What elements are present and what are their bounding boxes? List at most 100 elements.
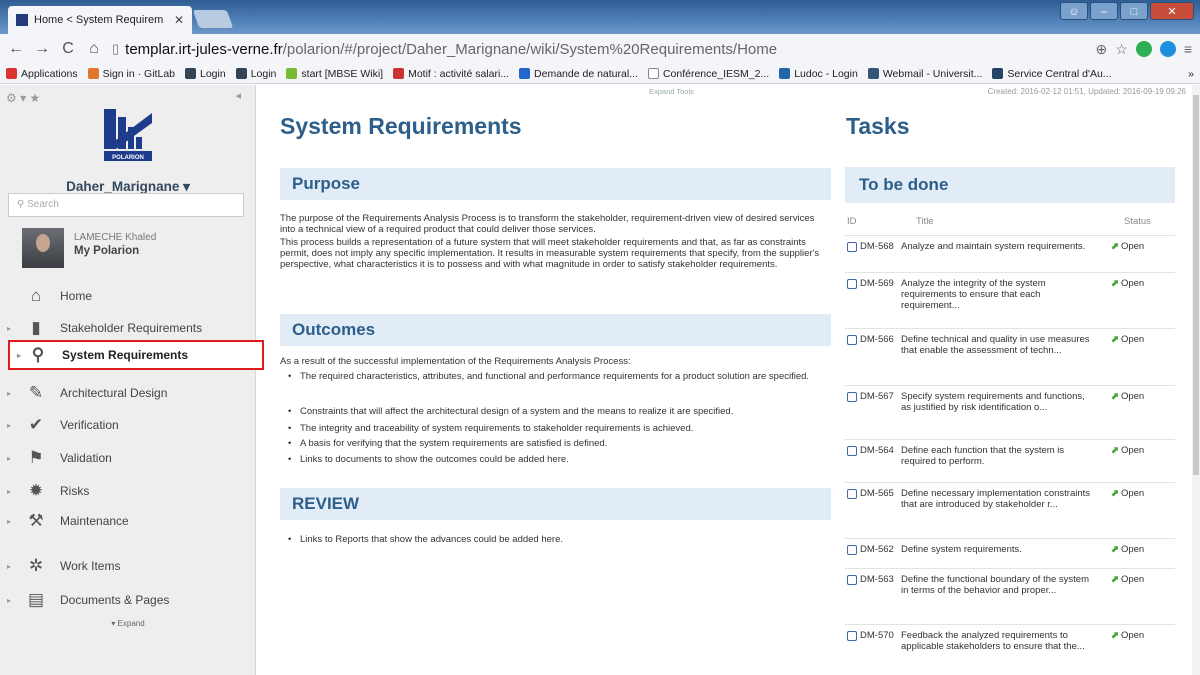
bookmark-item[interactable]: Webmail - Universit... <box>867 68 982 80</box>
home-icon[interactable]: ⌂ <box>86 40 102 58</box>
bookmark-item[interactable]: start [MBSE Wiki] <box>286 68 383 80</box>
task-title-link[interactable]: Define system requirements. <box>901 544 1097 555</box>
bookmark-item[interactable]: Demande de natural... <box>519 68 638 80</box>
expand-arrow-icon[interactable]: ▸ <box>4 454 14 463</box>
reload-icon[interactable]: C <box>60 40 76 58</box>
expand-arrow-icon[interactable]: ▸ <box>4 421 14 430</box>
task-row[interactable]: DM-568 Analyze and maintain system requi… <box>845 235 1175 272</box>
scrollbar-thumb[interactable] <box>1193 95 1199 475</box>
expand-tools-link[interactable]: Expand Tools <box>649 87 694 96</box>
sidebar-item-stakeholder-requirements[interactable]: ▸ ▮ Stakeholder Requirements <box>0 313 256 343</box>
risk-icon: ✹ <box>28 481 44 500</box>
my-polarion-link[interactable]: My Polarion <box>74 243 156 257</box>
bookmark-item[interactable]: Login <box>185 68 226 80</box>
sidebar-item-home[interactable]: ⌂ Home <box>0 281 256 311</box>
tab-title: Home < System Requirem <box>34 14 164 26</box>
sidebar-search-input[interactable]: ⚲ Search <box>8 193 244 217</box>
home-icon: ⌂ <box>30 286 42 305</box>
menu-icon[interactable]: ≡ <box>1184 41 1192 57</box>
task-row[interactable]: DM-563 Define the functional boundary of… <box>845 568 1175 624</box>
task-id-link[interactable]: DM-567 <box>860 391 894 402</box>
sidebar-item-work-items[interactable]: ▸ ✲ Work Items <box>0 551 256 581</box>
more-bookmarks[interactable]: » <box>1188 68 1194 80</box>
new-tab-button[interactable] <box>192 10 234 28</box>
bookmark-item[interactable]: Applications <box>6 68 78 80</box>
extension-s-icon[interactable] <box>1159 41 1176 57</box>
sidebar-item-validation[interactable]: ▸ ⚑ Validation <box>0 443 256 473</box>
bookmark-item[interactable]: Login <box>235 68 276 80</box>
expand-arrow-icon[interactable]: ▸ <box>4 389 14 398</box>
polarion-icon <box>235 68 247 79</box>
task-title-link[interactable]: Specify system requirements and function… <box>901 391 1097 413</box>
service-icon <box>992 68 1004 79</box>
bookmark-item[interactable]: Ludoc - Login <box>779 68 858 80</box>
expand-arrow-icon[interactable]: ▸ <box>4 562 14 571</box>
expand-link[interactable]: ▾ Expand <box>0 619 256 628</box>
sidebar-item-risks[interactable]: ▸ ✹ Risks <box>0 476 256 506</box>
task-id-link[interactable]: DM-562 <box>860 544 894 555</box>
purpose-paragraph-1: The purpose of the Requirements Analysis… <box>280 213 815 235</box>
task-id-link[interactable]: DM-569 <box>860 278 894 289</box>
expand-arrow-icon[interactable]: ▸ <box>4 517 14 526</box>
task-row[interactable]: DM-567 Specify system requirements and f… <box>845 385 1175 439</box>
address-bar[interactable]: ▯ templar.irt-jules-verne.fr/polarion/#/… <box>112 37 1086 61</box>
task-title-link[interactable]: Analyze the integrity of the system requ… <box>901 278 1097 311</box>
task-id-link[interactable]: DM-563 <box>860 574 894 585</box>
bookmark-item[interactable]: Service Central d'Au... <box>992 68 1112 80</box>
zoom-icon[interactable]: ⊕ <box>1096 41 1108 58</box>
sidebar-item-architectural-design[interactable]: ▸ ✎ Architectural Design <box>0 378 256 408</box>
bookmark-star-icon[interactable]: ☆ <box>1115 41 1128 58</box>
collapse-sidebar-icon[interactable]: ◂ <box>235 89 241 102</box>
expand-arrow-icon[interactable]: ▸ <box>14 351 24 360</box>
task-id-link[interactable]: DM-568 <box>860 241 894 252</box>
column-header-id[interactable]: ID <box>847 216 857 227</box>
review-item: Links to Reports that show the advances … <box>288 534 828 545</box>
task-row[interactable]: DM-566 Define technical and quality in u… <box>845 328 1175 385</box>
minimize-icon[interactable]: – <box>1090 2 1118 20</box>
avatar <box>22 228 64 268</box>
maximize-icon[interactable]: □ <box>1120 2 1148 20</box>
browser-tab[interactable]: Home < System Requirem ✕ <box>8 6 192 34</box>
browser-tab-strip: Home < System Requirem ✕ ☺ – □ ✕ <box>0 0 1200 34</box>
task-row[interactable]: DM-562 Define system requirements. ⬈ Open <box>845 538 1175 568</box>
task-id-link[interactable]: DM-566 <box>860 334 894 345</box>
sidebar-item-documents-pages[interactable]: ▸ ▤ Documents & Pages <box>0 585 256 615</box>
task-id-link[interactable]: DM-570 <box>860 630 894 641</box>
bookmark-item[interactable]: Sign in · GitLab <box>87 68 175 80</box>
column-header-title[interactable]: Title <box>916 216 934 227</box>
sidebar-item-verification[interactable]: ▸ ✔ Verification <box>0 410 256 440</box>
work-item-icon <box>847 278 857 289</box>
forward-arrow-icon[interactable]: → <box>34 40 50 58</box>
task-title-link[interactable]: Define each function that the system is … <box>901 445 1097 467</box>
task-title-link[interactable]: Define necessary implementation constrai… <box>901 488 1097 510</box>
sidebar-item-system-requirements[interactable]: ▸ ⚲ System Requirements <box>8 340 264 370</box>
task-title-link[interactable]: Feedback the analyzed requirements to ap… <box>901 630 1097 652</box>
expand-arrow-icon[interactable]: ▸ <box>4 324 14 333</box>
window-controls: ☺ – □ ✕ <box>1060 2 1194 20</box>
task-row[interactable]: DM-564 Define each function that the sys… <box>845 439 1175 482</box>
expand-arrow-icon[interactable]: ▸ <box>4 487 14 496</box>
task-row[interactable]: DM-565 Define necessary implementation c… <box>845 482 1175 538</box>
sidebar-item-maintenance[interactable]: ▸ ⚒ Maintenance <box>0 506 256 536</box>
task-title-link[interactable]: Define the functional boundary of the sy… <box>901 574 1097 596</box>
bookmark-item[interactable]: Conférence_IESM_2... <box>647 68 769 80</box>
back-arrow-icon[interactable]: ← <box>8 40 24 58</box>
vertical-scrollbar[interactable] <box>1192 85 1200 675</box>
close-tab-icon[interactable]: ✕ <box>174 13 184 27</box>
close-window-icon[interactable]: ✕ <box>1150 2 1194 20</box>
task-row[interactable]: DM-570 Feedback the analyzed requirement… <box>845 624 1175 674</box>
task-id-link[interactable]: DM-565 <box>860 488 894 499</box>
task-title-link[interactable]: Analyze and maintain system requirements… <box>901 241 1097 252</box>
user-panel[interactable]: LAMECHE Khaled My Polarion <box>22 228 156 268</box>
task-row[interactable]: DM-569 Analyze the integrity of the syst… <box>845 272 1175 328</box>
task-status: Open <box>1120 391 1145 402</box>
task-title-link[interactable]: Define technical and quality in use meas… <box>901 334 1097 356</box>
task-id-link[interactable]: DM-564 <box>860 445 894 456</box>
settings-star-icons[interactable]: ⚙ ▾ ★ <box>6 91 40 105</box>
column-header-status[interactable]: Status <box>1124 216 1151 227</box>
extension-g-icon[interactable] <box>1135 41 1152 57</box>
bookmark-item[interactable]: Motif : activité salari... <box>393 68 509 80</box>
expand-arrow-icon[interactable]: ▸ <box>4 596 14 605</box>
open-status-icon: ⬈ <box>1111 574 1119 585</box>
user-icon[interactable]: ☺ <box>1060 2 1088 20</box>
